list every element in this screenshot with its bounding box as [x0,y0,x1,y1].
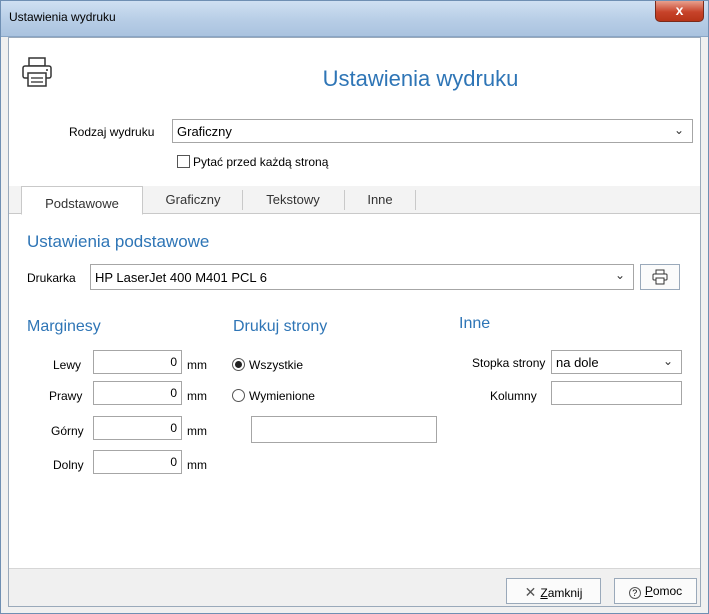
margin-top-label: Górny [51,424,84,438]
print-type-value: Graficzny [177,124,232,139]
page-footer-value: na dole [556,355,599,370]
page-title: Ustawienia wydruku [322,66,519,91]
printer-value: HP LaserJet 400 M401 PCL 6 [95,270,267,285]
print-listed-radio[interactable] [232,389,245,402]
close-label: amknij [547,586,583,600]
close-button[interactable]: ✕ Zamknij [506,578,601,604]
tab-separator [242,190,243,210]
margin-left-input[interactable]: 0 [93,350,182,374]
tab-inne[interactable]: Inne [349,186,411,214]
chevron-down-icon: ⌄ [662,354,673,368]
help-accelerator: P [644,584,653,598]
close-window-button[interactable]: x [655,1,704,22]
help-button[interactable]: ? Pomoc [614,578,697,604]
chevron-down-icon: ⌄ [614,268,625,282]
tab-tekstowy[interactable]: Tekstowy [247,186,339,214]
print-listed-label: Wymienione [249,389,315,403]
print-all-radio[interactable] [232,358,245,371]
margin-right-unit: mm [187,389,207,403]
tab-strip: Podstawowe Graficzny Tekstowy Inne [9,186,700,215]
margin-right-label: Prawy [49,389,83,403]
ask-each-page-checkbox[interactable] [177,155,190,168]
close-icon: x [675,2,684,18]
margin-top-unit: mm [187,424,207,438]
margin-bottom-input[interactable]: 0 [93,450,182,474]
title-bar[interactable]: Ustawienia wydruku x [1,1,708,37]
help-label: omoc [652,584,683,598]
ask-each-page-label: Pytać przed każdą stroną [193,155,329,169]
printer-select[interactable]: HP LaserJet 400 M401 PCL 6 ⌄ [90,264,634,290]
dialog-footer: ✕ Zamknij ? Pomoc [9,568,700,606]
margins-title: Marginesy [27,318,101,335]
print-type-label: Rodzaj wydruku [69,125,155,139]
dialog-window: Ustawienia wydruku x Ustawienia wydruku … [0,0,709,614]
margin-bottom-unit: mm [187,458,207,472]
print-type-select[interactable]: Graficzny ⌄ [172,119,693,143]
tab-separator [344,190,345,210]
window-title: Ustawienia wydruku [9,10,116,24]
help-icon: ? [628,587,641,599]
margin-bottom-label: Dolny [53,458,84,472]
margin-left-unit: mm [187,358,207,372]
page-footer-select[interactable]: na dole ⌄ [551,350,682,374]
basic-settings-title: Ustawienia podstawowe [27,232,210,251]
close-accelerator: Z [540,586,548,600]
margin-right-input[interactable]: 0 [93,381,182,405]
margin-left-label: Lewy [53,358,82,372]
margin-top-input[interactable]: 0 [93,416,182,440]
print-all-label: Wszystkie [249,358,303,372]
printer-properties-button[interactable] [640,264,680,290]
printer-icon [652,269,668,288]
chevron-down-icon: ⌄ [673,123,684,137]
tab-podstawowe[interactable]: Podstawowe [21,186,143,215]
other-title: Inne [459,315,491,332]
tab-graficzny[interactable]: Graficzny [149,186,237,214]
page-footer-label: Stopka strony [472,356,546,370]
close-icon: ✕ [524,584,537,600]
dialog-body: Ustawienia wydruku Rodzaj wydruku Grafic… [8,37,701,607]
columns-label: Kolumny [490,389,537,403]
listed-pages-input[interactable] [251,416,437,443]
printer-label: Drukarka [27,271,76,285]
columns-input[interactable] [551,381,682,405]
print-pages-title: Drukuj strony [233,318,328,335]
tab-separator [415,190,416,210]
